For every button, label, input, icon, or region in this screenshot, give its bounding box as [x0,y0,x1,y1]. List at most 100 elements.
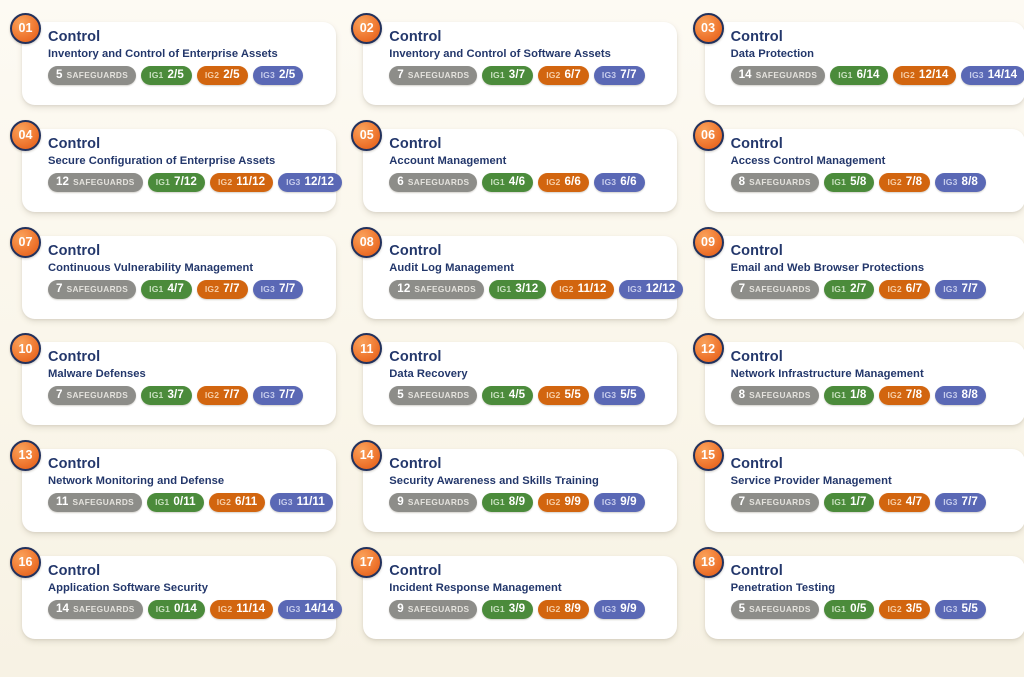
ig3-chip[interactable]: IG3 5/5 [935,599,986,619]
control-card-05[interactable]: 05 Control Account Management 6 SAFEGUAR… [351,119,678,212]
ig2-chip[interactable]: IG2 3/5 [879,599,931,619]
safeguards-chip[interactable]: 8 SAFEGUARDS [730,386,819,406]
control-card-14[interactable]: 14 Control Security Awareness and Skills… [351,440,678,533]
ig1-chip[interactable]: IG1 4/6 [482,172,534,192]
control-card-15[interactable]: 15 Control Service Provider Management 7… [692,440,1024,533]
ig1-chip[interactable]: IG1 0/14 [147,599,205,619]
control-card-17[interactable]: 17 Control Incident Response Management … [351,546,678,639]
ig1-chip[interactable]: IG1 3/7 [482,66,534,85]
control-card-01[interactable]: 01 Control Inventory and Control of Ente… [10,13,336,105]
safeguards-chip[interactable]: 7 SAFEGUARDS [48,386,137,406]
safeguards-chip[interactable]: 5 SAFEGUARDS [389,386,478,406]
ig1-label: IG1 [490,176,505,187]
ig1-chip[interactable]: IG1 7/12 [147,172,205,192]
ig3-chip[interactable]: IG3 2/5 [252,66,304,85]
ig1-chip[interactable]: IG1 3/12 [489,279,547,299]
safeguards-chip[interactable]: 7 SAFEGUARDS [730,279,819,299]
ig1-chip[interactable]: IG1 0/11 [147,493,204,513]
ig3-chip[interactable]: IG3 12/12 [619,279,684,299]
ig2-chip[interactable]: IG2 6/11 [208,493,266,513]
control-number-badge: 03 [692,13,724,44]
ig2-label: IG2 [546,70,561,80]
ig2-chip[interactable]: IG2 2/5 [196,66,248,85]
ig3-label: IG3 [969,70,984,80]
control-card-08[interactable]: 08 Control Audit Log Management 12 SAFEG… [351,226,684,319]
ig3-chip[interactable]: IG3 7/7 [593,66,645,85]
ig1-value: 2/5 [167,68,184,81]
safeguards-chip[interactable]: 7 SAFEGUARDS [730,493,819,513]
ig2-chip[interactable]: IG2 7/7 [196,386,248,406]
ig1-chip[interactable]: IG1 6/14 [830,66,888,85]
ig1-chip[interactable]: IG1 1/7 [823,493,875,513]
ig2-chip[interactable]: IG2 12/14 [892,66,957,85]
ig2-chip[interactable]: IG2 7/7 [196,279,248,299]
safeguards-chip[interactable]: 12 SAFEGUARDS [48,172,143,192]
ig1-chip[interactable]: IG1 4/5 [482,386,534,406]
control-number-text: 02 [359,21,374,36]
ig3-chip[interactable]: IG3 9/9 [593,493,645,513]
control-card-11[interactable]: 11 Control Data Recovery 5 SAFEGUARDS IG… [351,333,678,426]
ig1-chip[interactable]: IG1 8/9 [482,493,534,513]
ig1-chip[interactable]: IG1 0/5 [823,599,875,619]
ig1-chip[interactable]: IG1 4/7 [141,279,192,299]
control-card-07[interactable]: 07 Control Continuous Vulnerability Mana… [10,226,336,319]
ig2-chip[interactable]: IG2 11/12 [551,279,615,299]
ig3-chip[interactable]: IG3 8/8 [935,172,986,192]
safeguards-chip[interactable]: 12 SAFEGUARDS [389,279,484,299]
ig2-chip[interactable]: IG2 11/12 [209,172,274,192]
control-card-03[interactable]: 03 Control Data Protection 14 SAFEGUARDS… [692,13,1024,105]
ig3-chip[interactable]: IG3 14/14 [278,599,342,619]
ig3-chip[interactable]: IG3 9/9 [593,599,645,619]
safeguards-chip[interactable]: 14 SAFEGUARDS [48,599,143,619]
safeguards-chip[interactable]: 6 SAFEGUARDS [389,172,478,192]
ig1-chip[interactable]: IG1 3/9 [482,599,534,619]
control-card-16[interactable]: 16 Control Application Software Security… [10,546,342,639]
control-card-13[interactable]: 13 Control Network Monitoring and Defens… [10,440,336,533]
safeguards-chip[interactable]: 7 SAFEGUARDS [48,279,137,299]
ig3-chip[interactable]: IG3 8/8 [935,386,986,406]
ig3-chip[interactable]: IG3 7/7 [935,493,986,513]
ig3-chip[interactable]: IG3 11/11 [270,493,333,513]
safeguards-chip[interactable]: 9 SAFEGUARDS [389,493,478,513]
safeguards-chip[interactable]: 5 SAFEGUARDS [48,66,137,85]
safeguards-chip[interactable]: 11 SAFEGUARDS [48,493,143,513]
control-card-12[interactable]: 12 Control Network Infrastructure Manage… [692,333,1024,426]
ig3-chip[interactable]: IG3 14/14 [961,66,1024,85]
ig2-chip[interactable]: IG2 6/7 [879,279,931,299]
control-card-04[interactable]: 04 Control Secure Configuration of Enter… [10,119,342,212]
ig2-chip[interactable]: IG2 6/6 [538,172,589,192]
control-chip-row: 8 SAFEGUARDS IG1 1/8 IG2 7/8 IG3 8/8 [730,386,1017,406]
ig3-chip[interactable]: IG3 7/7 [252,279,304,299]
ig2-chip[interactable]: IG2 7/8 [879,386,931,406]
control-card-18[interactable]: 18 Control Penetration Testing 5 SAFEGUA… [692,546,1024,639]
ig1-chip[interactable]: IG1 1/8 [823,386,875,406]
safeguards-chip[interactable]: 5 SAFEGUARDS [730,599,819,619]
ig2-chip[interactable]: IG2 7/8 [879,172,931,192]
control-card-body: Control Data Protection 14 SAFEGUARDS IG… [730,29,1024,85]
control-card-cell-11: 11 Control Data Recovery 5 SAFEGUARDS IG… [341,333,682,440]
ig2-chip[interactable]: IG2 11/14 [209,599,274,619]
control-card-06[interactable]: 06 Control Access Control Management 8 S… [692,119,1024,212]
safeguards-chip[interactable]: 7 SAFEGUARDS [389,66,478,85]
ig2-chip[interactable]: IG2 6/7 [538,66,589,85]
safeguards-chip[interactable]: 9 SAFEGUARDS [389,599,478,619]
safeguards-chip[interactable]: 8 SAFEGUARDS [730,172,819,192]
ig3-chip[interactable]: IG3 7/7 [935,279,986,299]
ig1-chip[interactable]: IG1 2/5 [141,66,192,85]
ig3-chip[interactable]: IG3 7/7 [252,386,304,406]
ig3-chip[interactable]: IG3 6/6 [593,172,645,192]
control-card-02[interactable]: 02 Control Inventory and Control of Soft… [351,13,678,105]
ig3-chip[interactable]: IG3 12/12 [278,172,342,192]
ig2-label: IG2 [887,283,902,294]
ig1-chip[interactable]: IG1 3/7 [141,386,192,406]
control-card-10[interactable]: 10 Control Malware Defenses 7 SAFEGUARDS… [10,333,336,426]
control-card-09[interactable]: 09 Control Email and Web Browser Protect… [692,226,1024,319]
ig2-chip[interactable]: IG2 8/9 [538,599,589,619]
safeguards-chip[interactable]: 14 SAFEGUARDS [730,66,826,85]
ig2-chip[interactable]: IG2 4/7 [879,493,931,513]
ig1-chip[interactable]: IG1 2/7 [823,279,875,299]
ig3-chip[interactable]: IG3 5/5 [593,386,645,406]
ig2-chip[interactable]: IG2 9/9 [538,493,589,513]
ig2-chip[interactable]: IG2 5/5 [538,386,589,406]
ig1-chip[interactable]: IG1 5/8 [823,172,875,192]
